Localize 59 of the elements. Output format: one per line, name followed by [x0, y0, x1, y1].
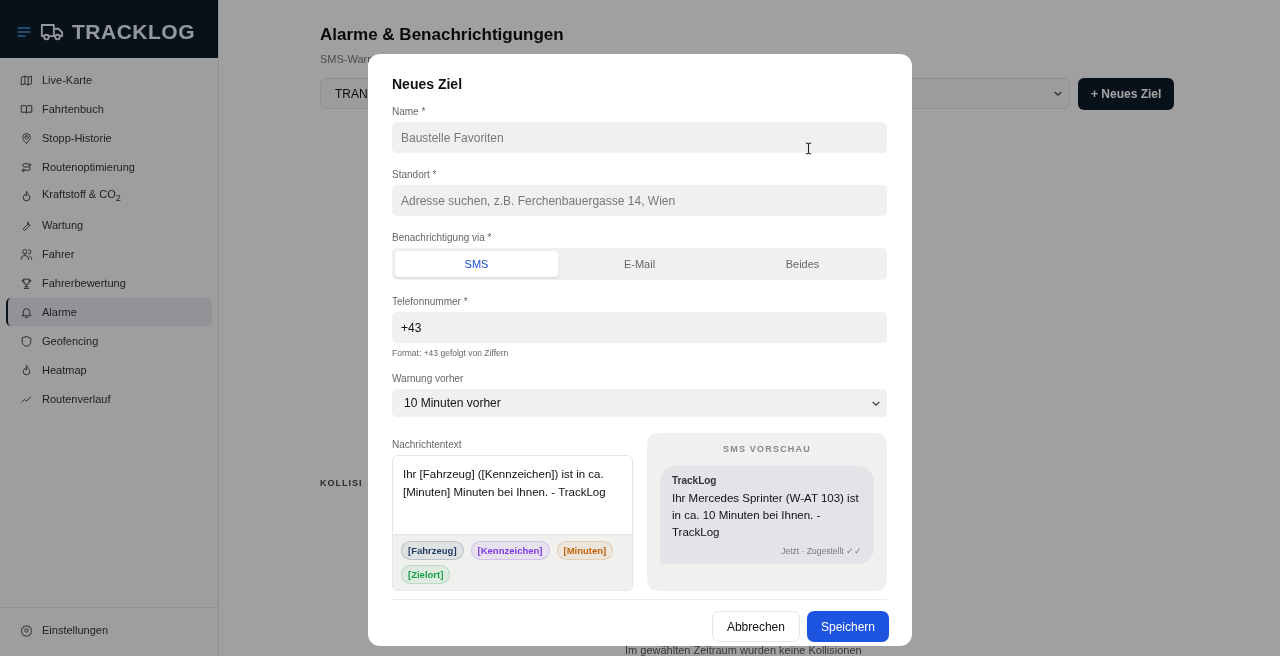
empty-message: Im gewählten Zeitraum wurden keine Kollisionen: [625, 645, 862, 656]
flame-icon: [20, 189, 33, 203]
bell-icon: [20, 305, 33, 319]
chevron-icon: [871, 399, 881, 407]
field-label: Standort *: [392, 169, 438, 180]
nav-item[interactable]: Kraftstoff & CO$_{2}$: [6, 182, 212, 210]
app-logo: TRACKLOG: [72, 19, 195, 44]
message-text-area[interactable]: Ihr [Fahrzeug] ([Kennzeichen]) ist in ca. [Minuten] Minuten bei Ihnen. - TrackLog: [393, 456, 632, 535]
phone-field[interactable]: +43: [392, 312, 887, 343]
dialog-title: Neues Ziel: [392, 76, 464, 92]
channel-option[interactable]: E-Mail: [558, 251, 721, 277]
warning-select[interactable]: 10 Minuten vorher: [392, 389, 887, 417]
settings-icon: [20, 623, 33, 637]
field-label: Nachrichtentext: [392, 439, 463, 450]
trophy-icon: [20, 276, 33, 290]
name-field[interactable]: Baustelle Favoriten: [392, 122, 887, 153]
map-icon: [20, 73, 33, 87]
channel-option[interactable]: Beides: [721, 251, 884, 277]
nav-item[interactable]: Heatmap: [6, 356, 212, 384]
nav-item[interactable]: Alarme: [6, 298, 212, 326]
sms-text: Ihr Mercedes Sprinter (W-AT 103) ist in ca. 10 Minuten bei Ihnen. - TrackLog: [672, 491, 860, 540]
nav-item[interactable]: Routenverlauf: [6, 385, 212, 413]
people-icon: [20, 247, 33, 261]
nav-item[interactable]: Wartung: [6, 211, 212, 239]
shield-icon: [20, 334, 33, 348]
menu-icon[interactable]: [16, 24, 32, 39]
nav-item[interactable]: Routenoptimierung: [6, 153, 212, 181]
placeholder-tag[interactable]: [Fahrzeug]: [401, 541, 464, 560]
nav-item[interactable]: Geofencing: [6, 327, 212, 355]
flame-icon: [20, 363, 33, 377]
channel-option[interactable]: SMS: [395, 251, 558, 277]
field-label: Name *: [392, 106, 427, 117]
truck-icon: [40, 21, 64, 42]
nav-item[interactable]: Fahrerbewertung: [6, 269, 212, 297]
field-hint: Format: +43 gefolgt von Ziffern: [392, 348, 510, 358]
text-cursor-icon: [805, 142, 812, 155]
new-target-button[interactable]: + Neues Ziel: [1078, 78, 1175, 110]
nav-item[interactable]: Fahrtenbuch: [6, 95, 212, 123]
placeholder-tag[interactable]: [Kennzeichen]: [470, 541, 550, 560]
cancel-button[interactable]: Abbrechen: [711, 611, 800, 642]
settings-link[interactable]: Einstellungen: [6, 616, 212, 644]
save-button[interactable]: Speichern: [806, 611, 889, 642]
preview-heading: SMS VORSCHAU: [722, 444, 812, 454]
route-icon: [20, 160, 33, 174]
sms-sender: TrackLog: [672, 475, 718, 486]
field-label: Telefonnummer *: [392, 296, 469, 307]
address-search-field[interactable]: Adresse suchen, z.B. Ferchenbauergasse 14, Wien: [392, 185, 887, 216]
nav-item[interactable]: Live-Karte: [6, 66, 212, 94]
field-label: Benachrichtigung via *: [392, 232, 493, 243]
nav-item[interactable]: Fahrer: [6, 240, 212, 268]
nav-item[interactable]: Stopp-Historie: [6, 124, 212, 152]
location-pin-icon: [20, 131, 33, 145]
field-label: Warnung vorher: [392, 373, 465, 384]
delivery-status: Jetzt · Zugestellt ✓✓: [780, 546, 862, 556]
page-title: Alarme & Benachrichtigungen: [320, 25, 565, 45]
book-icon: [20, 102, 33, 116]
section-heading: KOLLISI: [320, 478, 364, 488]
placeholder-tag[interactable]: [Minuten]: [556, 541, 614, 560]
chevron-icon: [1053, 90, 1063, 97]
